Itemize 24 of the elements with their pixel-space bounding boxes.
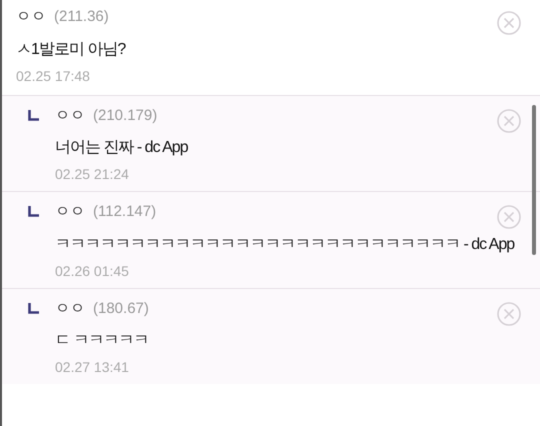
comment-text: ㄷ ㅋㅋㅋㅋㅋ (55, 331, 150, 351)
ip-address: (210.179) (93, 106, 158, 126)
comment-text: ㅅ1발로미 아님? (16, 40, 127, 60)
delete-icon[interactable] (497, 302, 521, 326)
comment-date: 02.25 17:48 (16, 66, 91, 86)
comment-date: 02.25 21:24 (55, 165, 130, 184)
scrollbar[interactable] (532, 105, 536, 255)
comment-text: ㅋㅋㅋㅋㅋㅋㅋㅋㅋㅋㅋㅋㅋㅋㅋㅋㅋㅋㅋㅋㅋㅋㅋㅋㅋㅋㅋ - dc App (55, 234, 516, 254)
delete-icon[interactable] (497, 205, 521, 229)
ip-address: (180.67) (93, 298, 149, 318)
reply-icon (28, 110, 39, 120)
author-name: ㅇㅇ (16, 7, 46, 27)
ip-address: (112.147) (93, 202, 156, 222)
delete-icon[interactable] (497, 11, 521, 35)
reply-icon (28, 302, 39, 314)
comment-date: 02.27 13:41 (55, 358, 130, 377)
author-name: ㅇㅇ (55, 106, 85, 126)
comment-date: 02.26 01:45 (55, 262, 130, 280)
ip-address: (211.36) (54, 7, 109, 27)
reply-icon (28, 206, 39, 217)
delete-icon[interactable] (497, 108, 521, 132)
comment-text: 너어는 진짜 - dc App (55, 138, 189, 158)
author-name: ㅇㅇ (55, 202, 85, 222)
author-name: ㅇㅇ (55, 298, 85, 318)
